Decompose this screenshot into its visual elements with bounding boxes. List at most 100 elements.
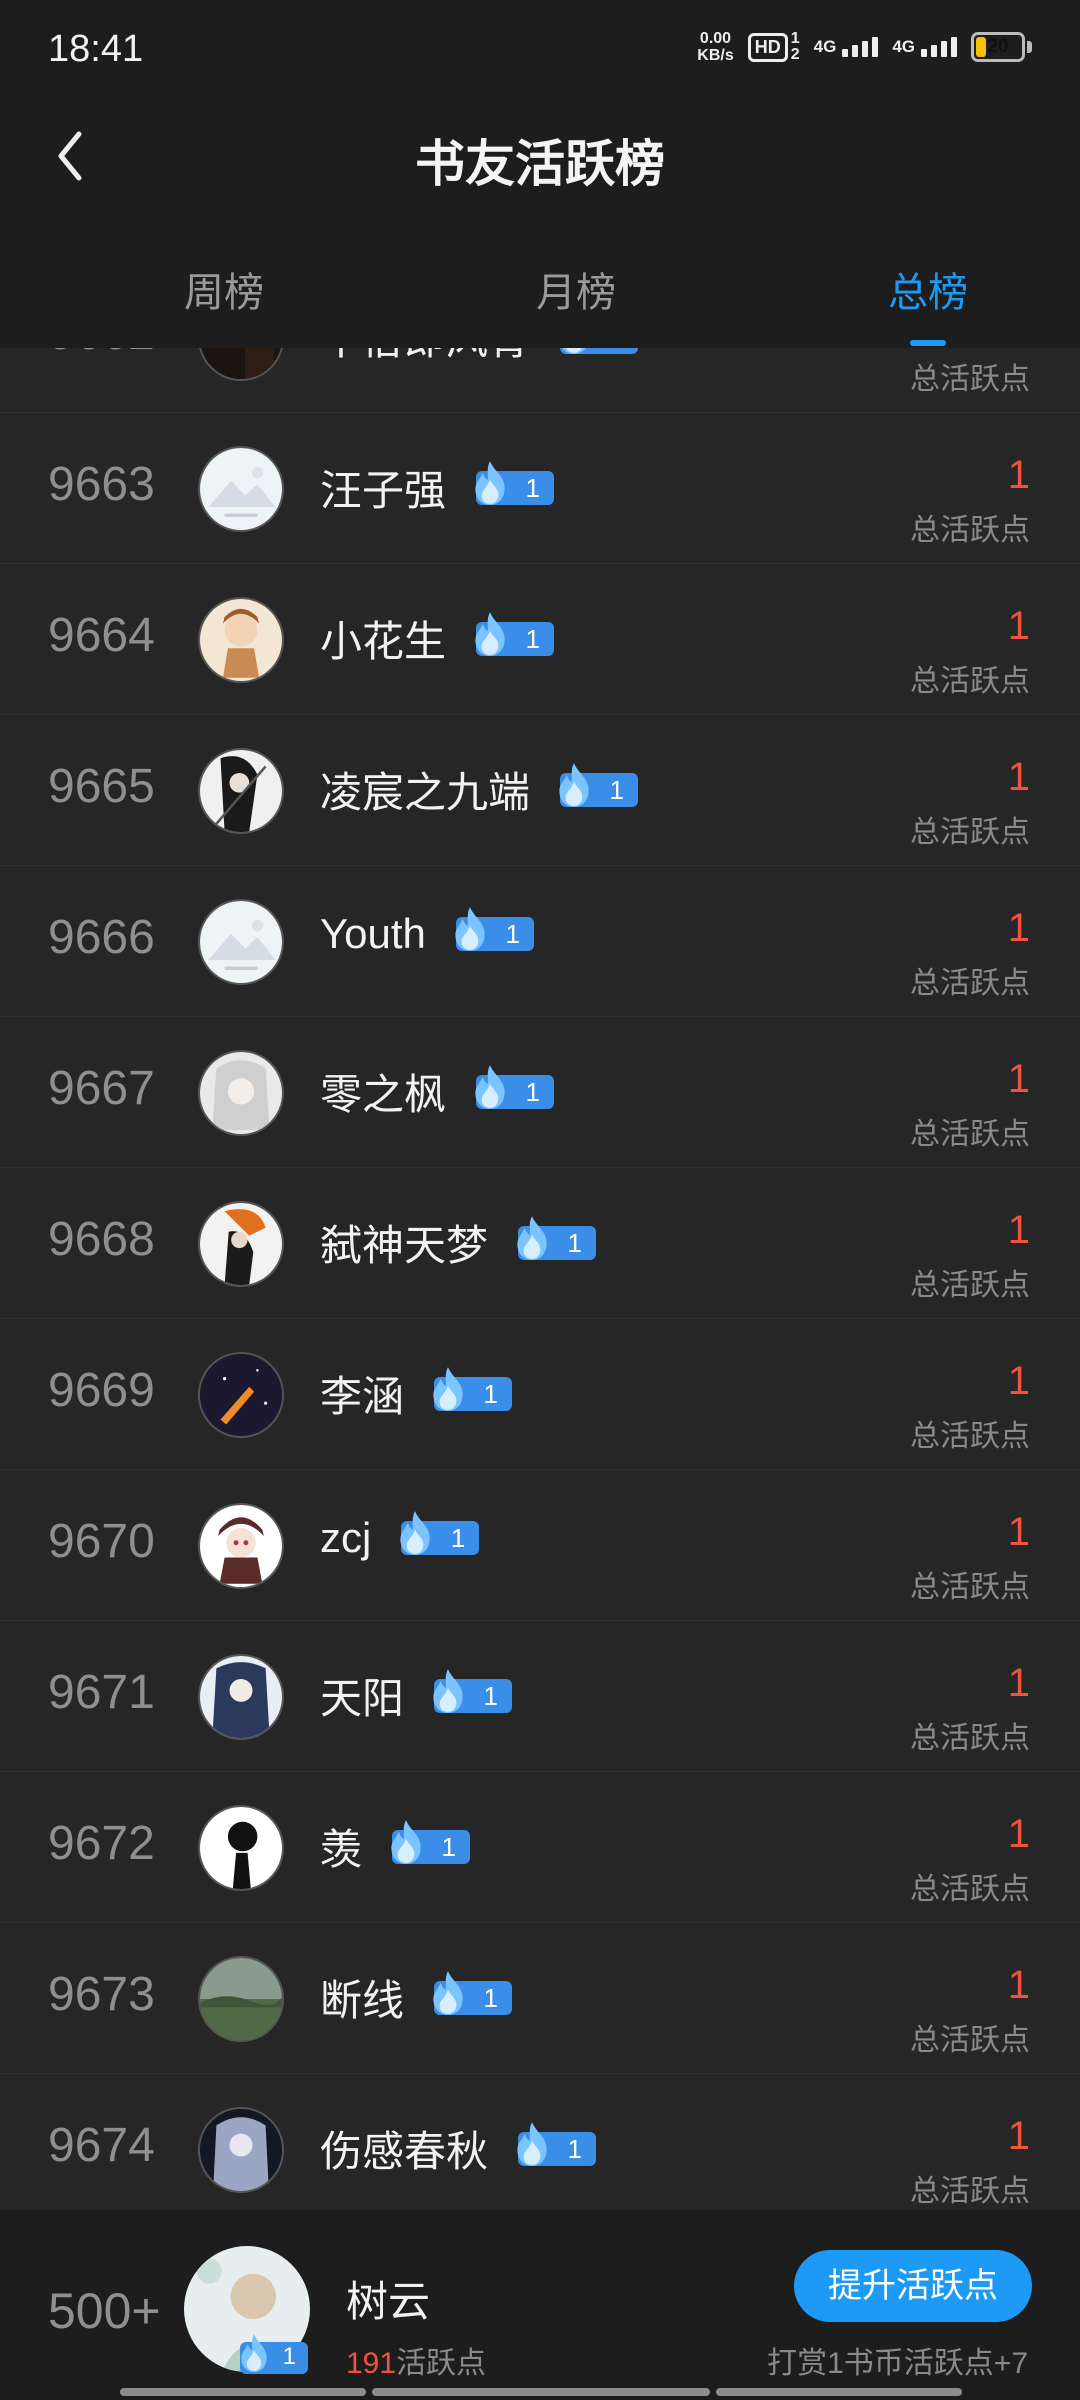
rank-number: 9668 [48, 1213, 155, 1266]
tab-monthly[interactable]: 月榜 [476, 260, 676, 318]
leaderboard-row[interactable]: 9673 断线 1 1 总活跃点 [0, 1923, 1080, 2074]
flame-icon [562, 348, 586, 354]
user-avatar[interactable] [198, 1654, 284, 1740]
nav-pill [372, 2388, 710, 2396]
flame-icon [433, 1668, 463, 1713]
points-label: 总活跃点 [910, 665, 1030, 698]
leaderboard-row[interactable]: 9668 弑神天梦 1 1 总活跃点 [0, 1168, 1080, 1319]
level-badge: 1 [475, 460, 555, 505]
rank-number: 9664 [48, 609, 155, 662]
leaderboard-row[interactable]: 9666 Youth 1 1 总活跃点 [0, 866, 1080, 1017]
points-value: 1 [1007, 1208, 1030, 1252]
user-avatar[interactable] [198, 348, 284, 381]
points-value: 1 [1007, 906, 1030, 950]
leaderboard-row[interactable]: 9672 羡 1 1 总活跃点 [0, 1772, 1080, 1923]
leaderboard-row[interactable]: 9670 zcj 1 1 总活跃点 [0, 1470, 1080, 1621]
rank-number: 9663 [48, 458, 155, 511]
flame-icon [559, 762, 589, 807]
my-rank-bar: 500+ 1 树云 191活跃点 提升活跃点 打赏1书币活跃点+7 [0, 2210, 1080, 2400]
reward-hint: 打赏1书币活跃点+7 [767, 2347, 1028, 2380]
rank-number: 9665 [48, 760, 155, 813]
points-value: 1 [1007, 604, 1030, 648]
level-badge: 1 [475, 1064, 555, 1109]
tab-total[interactable]: 总榜 [828, 260, 1028, 318]
leaderboard-row[interactable]: 9667 零之枫 1 1 总活跃点 [0, 1017, 1080, 1168]
level-badge: 1 [517, 2121, 597, 2166]
rank-number: 9667 [48, 1062, 155, 1115]
battery-icon: 20 [971, 32, 1025, 62]
user-name: 弑神天梦 [320, 1222, 489, 1269]
leaderboard-list[interactable]: 9662 不俗即风骨 1 1 总活跃点 9663 汪子强 1 1 总活跃点 9664 小花生 1 1 总活跃… [0, 348, 1080, 2210]
flame-icon [517, 1215, 547, 1260]
points-label: 总活跃点 [910, 1118, 1030, 1151]
leaderboard-row[interactable]: 9663 汪子强 1 1 总活跃点 [0, 413, 1080, 564]
rank-number: 9671 [48, 1666, 155, 1719]
user-name: 零之枫 [320, 1071, 447, 1118]
level-badge: 1 [560, 348, 639, 354]
nav-pill [120, 2388, 366, 2396]
user-name: Youth [320, 910, 426, 957]
flame-icon [517, 2121, 547, 2166]
points-label: 总活跃点 [910, 363, 1030, 396]
leaderboard-row[interactable]: 9669 李涵 1 1 总活跃点 [0, 1319, 1080, 1470]
my-level-badge: 1 [240, 2334, 308, 2374]
my-rank: 500+ [48, 2283, 161, 2339]
flame-icon [400, 1511, 430, 1555]
user-name: 天阳 [320, 1675, 405, 1722]
status-time: 18:41 [48, 28, 144, 70]
rank-number: 9674 [48, 2119, 155, 2172]
user-avatar[interactable] [198, 1956, 284, 2042]
user-name: 汪子强 [320, 467, 447, 514]
points-label: 总活跃点 [910, 1420, 1030, 1453]
user-name: zcj [320, 1514, 372, 1561]
flame-icon [433, 1970, 463, 2015]
user-avatar[interactable] [198, 899, 284, 985]
points-label: 总活跃点 [910, 1722, 1030, 1755]
hd-indicator: HD 1 2 [747, 31, 800, 63]
my-points: 191活跃点 [346, 2347, 487, 2380]
points-label: 总活跃点 [910, 2175, 1030, 2208]
user-avatar[interactable] [198, 2107, 284, 2193]
page-title: 书友活跃榜 [415, 136, 665, 192]
user-avatar[interactable] [198, 1503, 284, 1589]
user-avatar[interactable] [198, 446, 284, 532]
leaderboard-row[interactable]: 9665 凌宸之九端 1 1 总活跃点 [0, 715, 1080, 866]
points-value: 1 [1007, 1812, 1030, 1856]
flame-icon [391, 1819, 421, 1864]
level-badge: 1 [455, 907, 534, 951]
leaderboard-row[interactable]: 9662不俗即风骨11总活跃点 [0, 348, 1080, 413]
flame-icon [433, 1366, 463, 1411]
user-avatar[interactable] [198, 1805, 284, 1891]
leaderboard-row[interactable]: 9671 天阳 1 1 总活跃点 [0, 1621, 1080, 1772]
points-value: 1 [1007, 1057, 1030, 1101]
tab-indicator [910, 340, 946, 346]
user-avatar[interactable] [198, 1201, 284, 1287]
user-avatar[interactable] [198, 597, 284, 683]
tab-bar: 周榜 月榜 总榜 [0, 210, 1080, 348]
level-badge: 1 [433, 1970, 513, 2015]
my-name: 树云 [346, 2278, 431, 2325]
flame-icon [475, 1064, 505, 1109]
rank-number: 9669 [48, 1364, 155, 1417]
boost-activity-button[interactable]: 提升活跃点 [794, 2250, 1032, 2322]
points-label: 总活跃点 [910, 816, 1030, 849]
points-label: 总活跃点 [910, 2024, 1030, 2057]
leaderboard-row[interactable]: 9674 伤感春秋 1 1 总活跃点 [0, 2074, 1080, 2210]
points-value: 1 [1007, 1510, 1030, 1554]
user-name: 羡 [320, 1826, 363, 1873]
user-avatar[interactable] [198, 1050, 284, 1136]
points-label: 总活跃点 [910, 514, 1030, 547]
user-avatar[interactable] [198, 748, 284, 834]
rank-number: 9673 [48, 1968, 155, 2021]
flame-icon [455, 907, 485, 951]
user-name: 不俗即风骨 [320, 348, 530, 367]
points-value: 1 [1007, 2114, 1030, 2158]
user-name: 李涵 [320, 1373, 405, 1420]
leaderboard-row[interactable]: 9664 小花生 1 1 总活跃点 [0, 564, 1080, 715]
rank-number: 9672 [48, 1817, 155, 1870]
points-value: 1 [1007, 453, 1030, 497]
points-value: 1 [1007, 755, 1030, 799]
tab-weekly[interactable]: 周榜 [124, 260, 324, 318]
level-badge: 1 [391, 1819, 471, 1864]
user-avatar[interactable] [198, 1352, 284, 1438]
